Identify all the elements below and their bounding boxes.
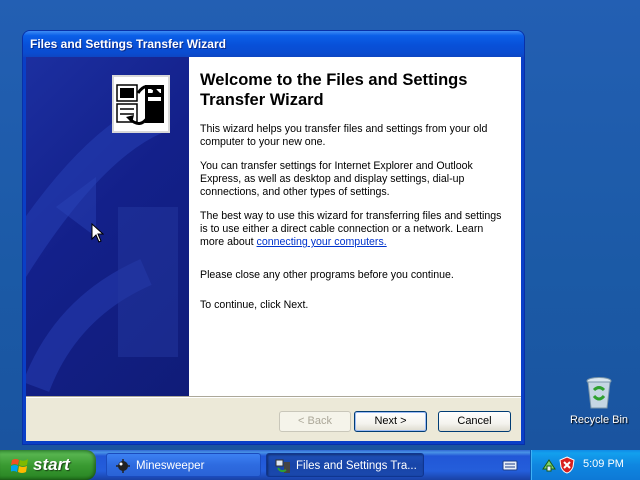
minesweeper-icon xyxy=(116,459,130,473)
connection-paragraph: The best way to use this wizard for tran… xyxy=(200,210,510,249)
connecting-computers-link[interactable]: connecting your computers. xyxy=(257,236,387,248)
button-separator xyxy=(26,396,521,398)
system-tray: 5:09 PM xyxy=(530,450,640,480)
taskbar-button-label: Files and Settings Tra... xyxy=(296,460,417,472)
keyboard-icon[interactable] xyxy=(502,458,518,472)
back-button[interactable]: < Back xyxy=(279,411,351,432)
intro-paragraph: This wizard helps you transfer files and… xyxy=(200,123,488,148)
wizard-side-panel xyxy=(26,57,189,396)
start-label: start xyxy=(33,455,70,474)
settings-paragraph: You can transfer settings for Internet E… xyxy=(200,160,473,198)
recycle-bin-label: Recycle Bin xyxy=(569,414,629,426)
continue-paragraph: To continue, click Next. xyxy=(200,299,309,311)
start-button[interactable]: start xyxy=(0,450,96,480)
wizard-heading: Welcome to the Files and Settings Transf… xyxy=(200,71,468,109)
security-shield-icon[interactable] xyxy=(559,456,575,474)
transfer-wizard-icon xyxy=(112,75,170,133)
transfer-wizard-icon xyxy=(275,459,290,473)
windows-logo-icon xyxy=(11,459,28,473)
wizard-client: Welcome to the Files and Settings Transf… xyxy=(26,57,521,441)
window-title: Files and Settings Transfer Wizard xyxy=(30,37,226,51)
taskbar: start Minesweeper Files and Settings Tra… xyxy=(0,450,640,480)
recycle-bin-icon xyxy=(586,377,612,409)
mouse-cursor-icon xyxy=(91,223,104,243)
window-titlebar[interactable]: Files and Settings Transfer Wizard xyxy=(23,31,524,57)
network-icon[interactable] xyxy=(541,457,557,473)
taskbar-button-transfer-wizard[interactable]: Files and Settings Tra... xyxy=(266,453,424,477)
taskbar-button-label: Minesweeper xyxy=(136,460,205,472)
recycle-bin[interactable]: Recycle Bin xyxy=(564,374,634,434)
clock[interactable]: 5:09 PM xyxy=(583,458,624,470)
wizard-content: Welcome to the Files and Settings Transf… xyxy=(189,57,521,396)
taskbar-button-minesweeper[interactable]: Minesweeper xyxy=(106,453,261,477)
cancel-button[interactable]: Cancel xyxy=(438,411,511,432)
next-button[interactable]: Next > xyxy=(354,411,427,432)
close-programs-paragraph: Please close any other programs before y… xyxy=(200,269,454,281)
